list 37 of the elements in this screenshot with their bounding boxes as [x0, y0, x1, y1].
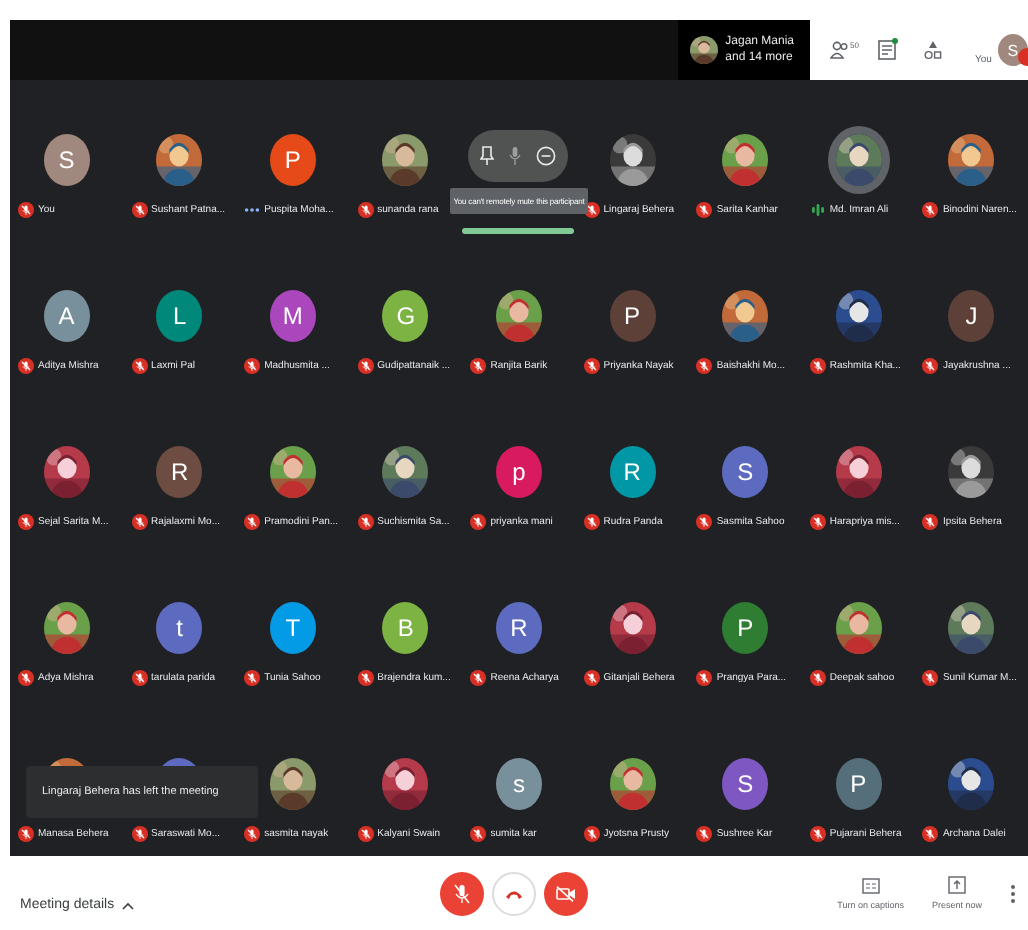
avatar: R: [609, 446, 656, 498]
avatar: M: [269, 290, 316, 342]
avatar: t: [156, 602, 203, 654]
more-options-icon[interactable]: [1010, 883, 1016, 903]
phone-icon: [504, 887, 524, 899]
avatar: L: [156, 290, 203, 342]
avatar: p: [495, 446, 542, 498]
avatar: A: [43, 290, 90, 342]
avatar: P: [609, 290, 656, 342]
mic-off-icon: [454, 883, 470, 903]
avatar: P: [269, 134, 316, 186]
avatar: R: [156, 446, 203, 498]
activities-icon[interactable]: [924, 40, 942, 60]
remove-icon[interactable]: [536, 146, 557, 166]
avatar: s: [495, 758, 542, 810]
avatar: P: [722, 602, 769, 654]
avatar: S: [722, 446, 769, 498]
avatar: B: [382, 602, 429, 654]
avatar: P: [835, 758, 882, 810]
avatar: J: [948, 290, 995, 342]
avatar: S: [722, 758, 769, 810]
avatar: G: [382, 290, 429, 342]
microphone-off-button[interactable]: [440, 871, 484, 915]
pin-icon[interactable]: [480, 146, 495, 166]
avatar: S: [43, 134, 90, 186]
avatar: T: [269, 602, 316, 654]
avatar: R: [495, 602, 542, 654]
camera-off-icon: [556, 885, 576, 901]
leave-call-button[interactable]: [492, 871, 536, 915]
people-icon[interactable]: [830, 40, 850, 60]
caret-icon[interactable]: [122, 901, 135, 909]
camera-off-button[interactable]: [544, 871, 588, 915]
captions-icon: [861, 877, 880, 893]
mic-icon[interactable]: [508, 146, 523, 166]
chat-icon[interactable]: [877, 40, 895, 60]
focus-bar: [462, 228, 575, 234]
present-icon: [947, 876, 966, 894]
